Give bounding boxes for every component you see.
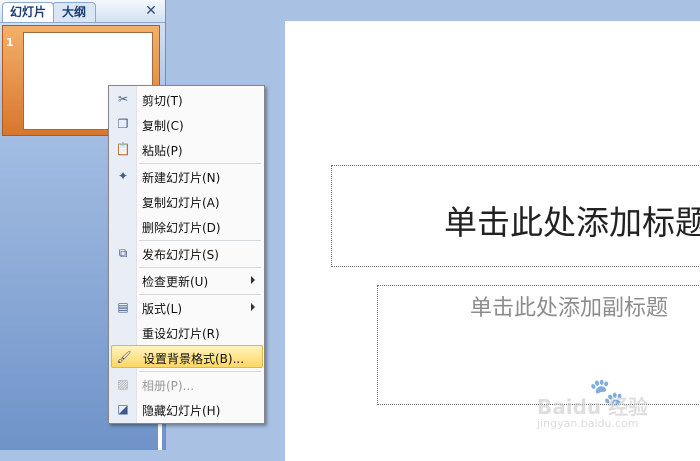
- new-slide-icon: ✦: [117, 169, 129, 183]
- menu-item-label: 粘贴(P): [142, 144, 183, 158]
- menu-item-delete-slide[interactable]: 删除幻灯片(D): [111, 215, 261, 238]
- scissors-icon: ✂: [117, 92, 129, 106]
- pane-tab-bar: 幻灯片 大纲 ✕: [0, 0, 165, 23]
- format-background-icon: 🖌: [116, 350, 132, 364]
- title-placeholder-text: 单击此处添加标题: [444, 203, 700, 242]
- menu-item-label: 版式(L): [142, 302, 183, 316]
- menu-item-hide-slide[interactable]: ◪ 隐藏幻灯片(H): [111, 398, 261, 421]
- menu-item-publish-slides[interactable]: ⧉ 发布幻灯片(S): [111, 242, 261, 265]
- menu-item-label: 新建幻灯片(N): [142, 171, 221, 185]
- menu-item-label: 复制(C): [142, 119, 184, 133]
- menu-item-label: 设置背景格式(B)...: [143, 352, 245, 366]
- menu-separator: [139, 163, 261, 164]
- menu-item-label: 相册(P)...: [142, 379, 195, 393]
- watermark-brand: Baidu 经验: [537, 395, 649, 419]
- menu-item-reset-slide[interactable]: 重设幻灯片(R): [111, 321, 261, 344]
- menu-item-photo-album: ▨ 相册(P)...: [111, 373, 261, 396]
- subtitle-placeholder-text: 单击此处添加副标题: [470, 296, 669, 321]
- menu-item-new-slide[interactable]: ✦ 新建幻灯片(N): [111, 165, 261, 188]
- baidu-watermark: 🐾 Baidu 经验 jingyan.baidu.com: [537, 376, 697, 436]
- tab-slides[interactable]: 幻灯片: [2, 2, 54, 22]
- hide-slide-icon: ◪: [117, 402, 129, 416]
- publish-slides-icon: ⧉: [118, 246, 128, 260]
- menu-item-label: 删除幻灯片(D): [142, 221, 221, 235]
- menu-item-duplicate-slide[interactable]: 复制幻灯片(A): [111, 190, 261, 213]
- menu-item-copy[interactable]: ❐ 复制(C): [111, 113, 261, 136]
- copy-icon: ❐: [117, 117, 129, 131]
- menu-item-cut[interactable]: ✂ 剪切(T): [111, 88, 261, 111]
- menu-separator: [139, 371, 261, 372]
- menu-separator: [139, 240, 261, 241]
- close-pane-icon[interactable]: ✕: [143, 3, 159, 19]
- menu-item-label: 剪切(T): [142, 94, 183, 108]
- submenu-arrow-icon: [251, 276, 255, 284]
- menu-item-label: 发布幻灯片(S): [142, 248, 219, 262]
- menu-item-layout[interactable]: ▤ 版式(L): [111, 296, 261, 319]
- menu-item-label: 重设幻灯片(R): [142, 327, 220, 341]
- context-menu: ✂ 剪切(T) ❐ 复制(C) 📋 粘贴(P) ✦ 新建幻灯片(N) 复制幻灯片…: [108, 85, 265, 424]
- menu-separator: [139, 294, 261, 295]
- layout-icon: ▤: [117, 300, 129, 314]
- menu-item-format-background[interactable]: 🖌 设置背景格式(B)...: [111, 345, 263, 368]
- menu-item-label: 隐藏幻灯片(H): [142, 404, 221, 418]
- title-placeholder[interactable]: 单击此处添加标题: [331, 165, 700, 267]
- menu-item-check-updates[interactable]: 检查更新(U): [111, 269, 261, 292]
- watermark-site: jingyan.baidu.com: [537, 417, 639, 430]
- paste-icon: 📋: [115, 142, 131, 156]
- photo-album-icon: ▨: [117, 377, 129, 391]
- menu-separator: [139, 267, 261, 268]
- slide-number: 1: [6, 36, 14, 49]
- submenu-arrow-icon: [251, 303, 255, 311]
- tab-outline[interactable]: 大纲: [52, 2, 96, 22]
- menu-item-label: 检查更新(U): [142, 275, 209, 289]
- menu-item-paste[interactable]: 📋 粘贴(P): [111, 138, 261, 161]
- menu-item-label: 复制幻灯片(A): [142, 196, 220, 210]
